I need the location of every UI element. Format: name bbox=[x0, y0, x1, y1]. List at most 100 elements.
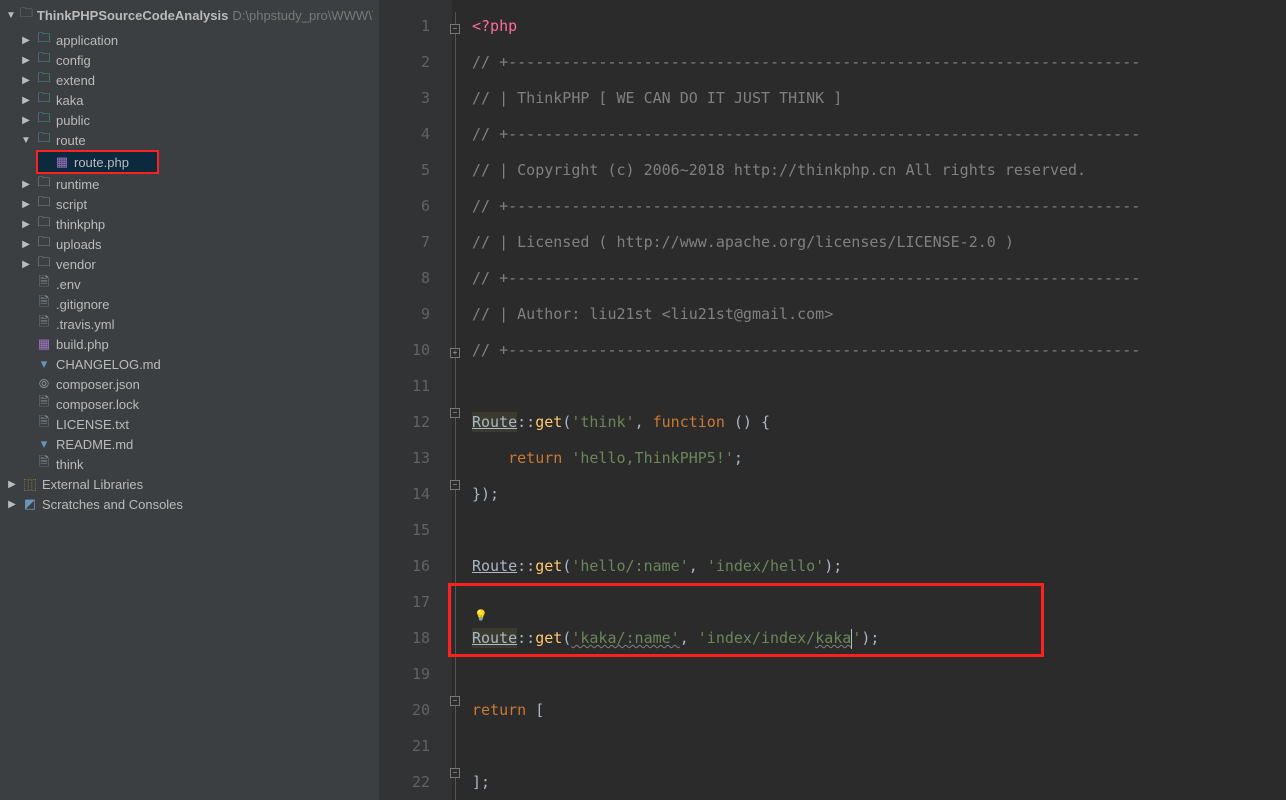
code-line bbox=[472, 584, 1286, 620]
line-number: 3 bbox=[380, 80, 452, 116]
tree-item--gitignore[interactable]: 🗎.gitignore bbox=[0, 294, 379, 314]
tree-item-script[interactable]: ▶🗀script bbox=[0, 194, 379, 214]
tree-item-label: script bbox=[56, 197, 87, 212]
fold-marker-icon[interactable]: − bbox=[450, 696, 460, 706]
tree-item-label: kaka bbox=[56, 93, 83, 108]
project-path: D:\phpstudy_pro\WWW\T bbox=[232, 8, 373, 23]
tree-item-label: runtime bbox=[56, 177, 99, 192]
tree-item-label: thinkphp bbox=[56, 217, 105, 232]
tree-item-thinkphp[interactable]: ▶ 🗀 thinkphp bbox=[0, 214, 379, 234]
tree-item-build-php[interactable]: ▦build.php bbox=[0, 334, 379, 354]
line-number: 6 bbox=[380, 188, 452, 224]
folder-icon: 🗀 bbox=[36, 72, 52, 88]
code-line: return 'hello,ThinkPHP5!'; bbox=[472, 440, 1286, 476]
tree-item--travis-yml[interactable]: 🗎.travis.yml bbox=[0, 314, 379, 334]
fold-marker-icon[interactable]: − bbox=[450, 768, 460, 778]
folder-icon: 🗀 bbox=[36, 32, 52, 48]
lightbulb-icon[interactable]: 💡 bbox=[474, 598, 488, 634]
folder-icon: 🗀 bbox=[36, 216, 52, 232]
chevron-right-icon[interactable]: ▶ bbox=[20, 199, 32, 210]
scratch-icon: ◩ bbox=[22, 496, 38, 512]
json-file-icon: ⦾ bbox=[36, 376, 52, 392]
tree-item-config[interactable]: ▶🗀config bbox=[0, 50, 379, 70]
tree-item-label: CHANGELOG.md bbox=[56, 357, 161, 372]
line-number: 8 bbox=[380, 260, 452, 296]
file-icon: 🗎 bbox=[36, 316, 52, 332]
code-line: // +------------------------------------… bbox=[472, 188, 1286, 224]
file-icon: 🗎 bbox=[36, 276, 52, 292]
code-line: // +------------------------------------… bbox=[472, 116, 1286, 152]
tree-item-label: vendor bbox=[56, 257, 96, 272]
line-number: 16 bbox=[380, 548, 452, 584]
tree-item-label: build.php bbox=[56, 337, 109, 352]
line-number: 17 bbox=[380, 584, 452, 620]
tree-item-composer-json[interactable]: ⦾ composer.json bbox=[0, 374, 379, 394]
chevron-right-icon[interactable]: ▶ bbox=[20, 259, 32, 270]
code-line bbox=[472, 512, 1286, 548]
external-libraries[interactable]: ▶ ⿲ External Libraries bbox=[0, 474, 379, 494]
folder-icon: 🗀 bbox=[36, 112, 52, 128]
line-number: 12 bbox=[380, 404, 452, 440]
folder-icon: 🗀 bbox=[36, 176, 52, 192]
tree-item-label: route bbox=[56, 133, 86, 148]
chevron-right-icon: ▶ bbox=[6, 479, 18, 490]
code-line: }); bbox=[472, 476, 1286, 512]
code-line: ]; bbox=[472, 764, 1286, 800]
tree-item-uploads[interactable]: ▶🗀uploads bbox=[0, 234, 379, 254]
line-number: 19 bbox=[380, 656, 452, 692]
file-icon: 🗎 bbox=[36, 456, 52, 472]
code-line: <?php bbox=[472, 8, 1286, 44]
chevron-right-icon[interactable]: ▶ bbox=[20, 35, 32, 46]
tree-item-kaka[interactable]: ▶🗀kaka bbox=[0, 90, 379, 110]
tree-item-label: composer.json bbox=[56, 377, 140, 392]
tree-item-extend[interactable]: ▶ 🗀 extend bbox=[0, 70, 379, 90]
tree-item-runtime[interactable]: ▶ 🗀 runtime bbox=[0, 174, 379, 194]
chevron-down-icon: ▼ bbox=[6, 10, 16, 21]
chevron-right-icon[interactable]: ▶ bbox=[20, 95, 32, 106]
tree-item-composer-lock[interactable]: 🗎composer.lock bbox=[0, 394, 379, 414]
highlight-annotation: ▦route.php bbox=[36, 150, 159, 174]
folder-icon: 🗀 bbox=[36, 132, 52, 148]
code-line: // | ThinkPHP [ WE CAN DO IT JUST THINK … bbox=[472, 80, 1286, 116]
fold-marker-icon[interactable]: − bbox=[450, 24, 460, 34]
scratches-consoles[interactable]: ▶ ◩ Scratches and Consoles bbox=[0, 494, 379, 514]
tree-item-public[interactable]: ▶🗀public bbox=[0, 110, 379, 130]
code-editor[interactable]: 12345678910111213141516171819202122 − + … bbox=[380, 0, 1286, 800]
tree-item-LICENSE-txt[interactable]: 🗎LICENSE.txt bbox=[0, 414, 379, 434]
line-number: 4 bbox=[380, 116, 452, 152]
fold-marker-icon[interactable]: + bbox=[450, 348, 460, 358]
project-root[interactable]: ▼ 🗀 ThinkPHPSourceCodeAnalysis D:\phpstu… bbox=[0, 0, 379, 30]
line-number: 20 bbox=[380, 692, 452, 728]
code-content[interactable]: <?php // +------------------------------… bbox=[464, 0, 1286, 800]
project-name: ThinkPHPSourceCodeAnalysis bbox=[37, 8, 228, 23]
project-sidebar[interactable]: ▼ 🗀 ThinkPHPSourceCodeAnalysis D:\phpstu… bbox=[0, 0, 380, 800]
chevron-right-icon[interactable]: ▶ bbox=[20, 179, 32, 190]
file-icon: 🗎 bbox=[36, 396, 52, 412]
line-number: 15 bbox=[380, 512, 452, 548]
tree-item-think[interactable]: 🗎think bbox=[0, 454, 379, 474]
tree-item--env[interactable]: 🗎.env bbox=[0, 274, 379, 294]
tree-item-README-md[interactable]: ▾ README.md bbox=[0, 434, 379, 454]
tree-item-label: extend bbox=[56, 73, 95, 88]
line-number: 9 bbox=[380, 296, 452, 332]
markdown-file-icon: ▾ bbox=[36, 436, 52, 452]
tree-item-label: README.md bbox=[56, 437, 133, 452]
tree-item-route-php[interactable]: ▦route.php bbox=[38, 152, 157, 172]
chevron-right-icon[interactable]: ▶ bbox=[20, 55, 32, 66]
fold-marker-icon[interactable]: − bbox=[450, 480, 460, 490]
tree-item-CHANGELOG-md[interactable]: ▾CHANGELOG.md bbox=[0, 354, 379, 374]
fold-marker-icon[interactable]: − bbox=[450, 408, 460, 418]
folder-icon: 🗀 bbox=[36, 256, 52, 272]
chevron-down-icon[interactable]: ▼ bbox=[20, 135, 32, 146]
line-number: 7 bbox=[380, 224, 452, 260]
tree-item-application[interactable]: ▶🗀application bbox=[0, 30, 379, 50]
tree-item-route[interactable]: ▼ 🗀 route bbox=[0, 130, 379, 150]
file-icon: 🗎 bbox=[36, 296, 52, 312]
chevron-right-icon[interactable]: ▶ bbox=[20, 115, 32, 126]
code-line: Route::get('think', function () { bbox=[472, 404, 1286, 440]
chevron-right-icon[interactable]: ▶ bbox=[20, 75, 32, 86]
chevron-right-icon[interactable]: ▶ bbox=[20, 239, 32, 250]
chevron-right-icon[interactable]: ▶ bbox=[20, 219, 32, 230]
line-number: 5 bbox=[380, 152, 452, 188]
tree-item-vendor[interactable]: ▶ 🗀 vendor bbox=[0, 254, 379, 274]
